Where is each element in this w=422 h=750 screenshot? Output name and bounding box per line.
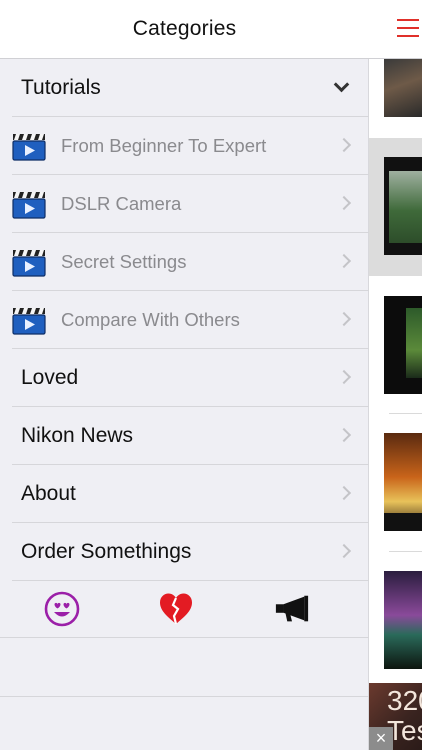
chevron-right-icon	[336, 253, 352, 269]
divider	[0, 696, 369, 697]
chevron-right-icon	[336, 311, 352, 327]
megaphone-icon[interactable]	[274, 591, 310, 627]
subcategory-secret-settings[interactable]: Secret Settings	[0, 233, 369, 291]
divider	[389, 413, 422, 414]
ad-text: 320	[387, 685, 422, 716]
divider	[0, 637, 369, 638]
video-thumbnail[interactable]	[384, 296, 422, 394]
clapperboard-icon	[12, 134, 46, 161]
chevron-right-icon	[336, 369, 352, 385]
subcategory-compare-with-others[interactable]: Compare With Others	[0, 291, 369, 349]
drawer-title: Categories	[132, 17, 237, 40]
clapperboard-icon	[12, 308, 46, 335]
category-label: Nikon News	[21, 424, 134, 447]
chevron-down-icon	[333, 76, 350, 93]
categories-drawer: Categories Tutorials From Beginner To Ex…	[0, 0, 369, 750]
heart-eyes-face-icon[interactable]	[44, 591, 80, 627]
chevron-right-icon	[336, 427, 352, 443]
video-feed-peek[interactable]: 320 Tes ×	[369, 0, 422, 750]
close-icon[interactable]: ×	[369, 727, 393, 750]
subcategory-label: From Beginner To Expert	[61, 135, 267, 156]
chevron-right-icon	[336, 195, 352, 211]
subcategory-label: Secret Settings	[61, 251, 187, 272]
broken-heart-icon[interactable]	[158, 591, 194, 627]
emoji-action-bar	[0, 580, 369, 638]
category-loved[interactable]: Loved	[0, 349, 369, 407]
category-label: Loved	[21, 366, 79, 389]
category-tutorials[interactable]: Tutorials	[0, 59, 369, 117]
video-thumbnail[interactable]	[384, 433, 422, 531]
video-thumbnail[interactable]	[384, 59, 422, 117]
category-label: Tutorials	[21, 76, 101, 99]
chevron-right-icon	[336, 543, 352, 559]
clapperboard-icon	[12, 192, 46, 219]
subcategory-label: Compare With Others	[61, 309, 240, 330]
drawer-header: Categories	[0, 0, 369, 59]
subcategory-label: DSLR Camera	[61, 193, 182, 214]
feed-header	[369, 0, 422, 59]
category-order-somethings[interactable]: Order Somethings	[0, 523, 369, 581]
video-thumbnail[interactable]	[384, 157, 422, 255]
category-nikon-news[interactable]: Nikon News	[0, 407, 369, 465]
chevron-right-icon	[336, 485, 352, 501]
clapperboard-icon	[12, 250, 46, 277]
category-label: Order Somethings	[21, 540, 192, 563]
subcategory-from-beginner-to-expert[interactable]: From Beginner To Expert	[0, 117, 369, 175]
divider	[389, 551, 422, 552]
category-about[interactable]: About	[0, 465, 369, 523]
chevron-right-icon	[336, 137, 352, 153]
banner-ad[interactable]: 320 Tes ×	[369, 683, 422, 750]
video-thumbnail[interactable]	[384, 571, 422, 669]
subcategory-dslr-camera[interactable]: DSLR Camera	[0, 175, 369, 233]
hamburger-menu-icon[interactable]	[397, 19, 419, 37]
category-label: About	[21, 482, 76, 505]
